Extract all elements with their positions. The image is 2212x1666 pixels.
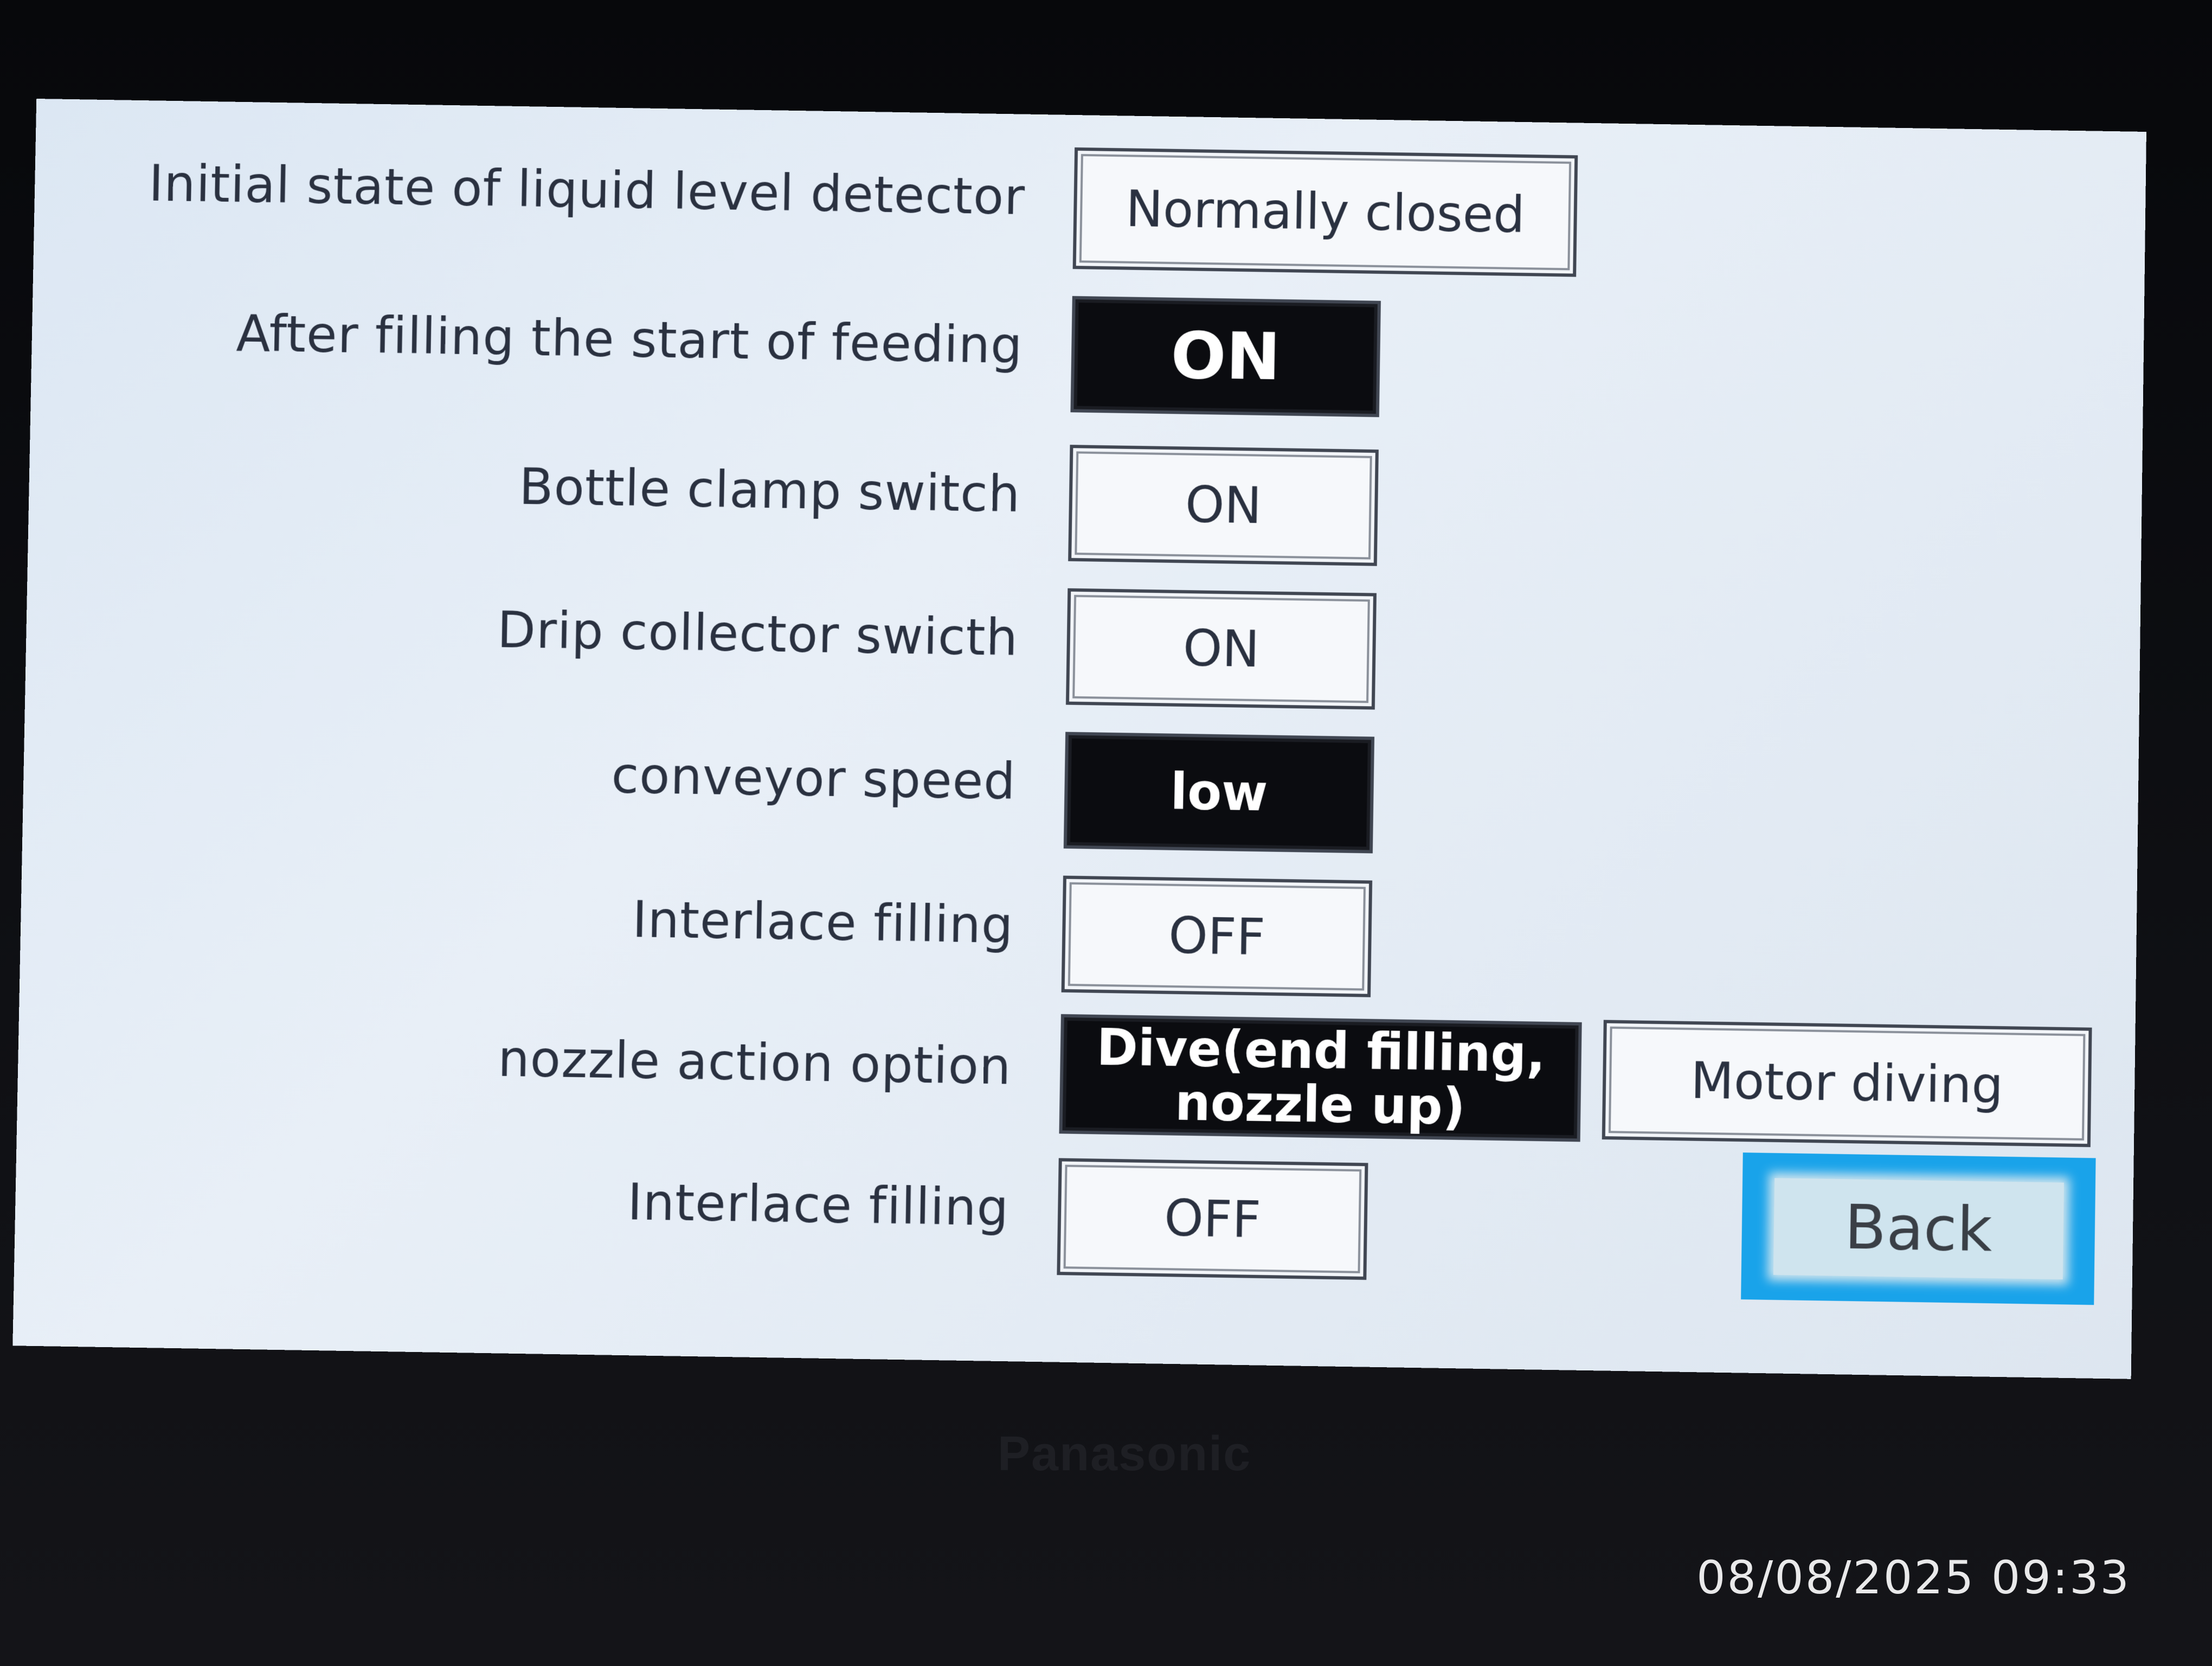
conveyor-speed-button[interactable]: low [1063,732,1375,854]
photo-timestamp: 08/08/2025 09:33 [1696,1551,2131,1604]
start-feeding-toggle[interactable]: ON [1070,296,1381,418]
drip-collector-toggle[interactable]: ON [1065,588,1377,710]
hmi-screen: Initial state of liquid level detector N… [12,99,2146,1379]
label-interlace-filling-1: Interlace filling [632,890,1014,955]
interlace-filling-toggle-2[interactable]: OFF [1057,1158,1368,1280]
label-conveyor-speed: conveyor speed [610,746,1017,811]
label-drip-collector: Drip collector swicth [497,601,1019,668]
label-nozzle-action: nozzle action option [497,1029,1012,1096]
back-button-label: Back [1773,1178,2064,1280]
label-interlace-filling-2: Interlace filling [627,1173,1010,1238]
label-liquid-level-detector: Initial state of liquid level detector [148,154,1026,226]
brand-logo: Panasonic [998,1427,1252,1481]
interlace-filling-toggle-1[interactable]: OFF [1061,875,1373,997]
bottle-clamp-toggle[interactable]: ON [1068,445,1379,566]
liquid-level-detector-button[interactable]: Normally closed [1072,147,1578,277]
label-bottle-clamp: Bottle clamp switch [518,458,1021,524]
nozzle-dive-option-button[interactable]: Dive(end filling, nozzle up) [1059,1014,1582,1142]
back-button[interactable]: Back [1741,1152,2096,1305]
nozzle-motor-diving-button[interactable]: Motor diving [1602,1020,2092,1148]
label-start-feeding: After filling the start of feeding [235,304,1024,375]
